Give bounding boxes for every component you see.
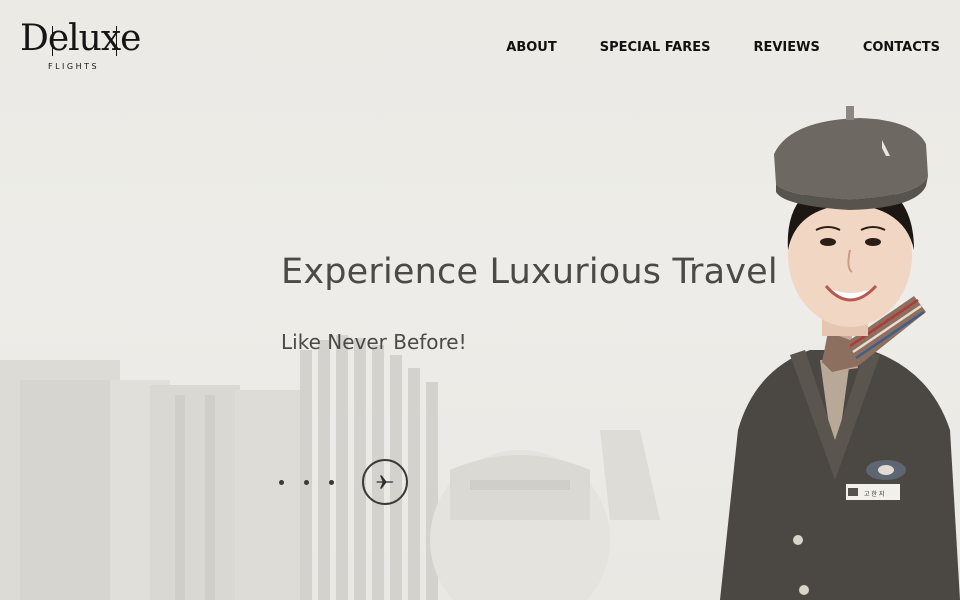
main-nav: ABOUT SPECIAL FARES REVIEWS CONTACTS <box>506 40 940 55</box>
airplane-icon <box>376 475 394 489</box>
logo-divider <box>116 26 117 56</box>
hero-subtitle: Like Never Before! <box>281 330 467 354</box>
logo-subtitle: FLIGHTS <box>48 62 100 71</box>
logo-wordmark: Deluxe <box>20 18 141 59</box>
slider-dot[interactable] <box>329 480 334 485</box>
flight-attendant-image: 고 한 지 <box>720 106 960 600</box>
logo-divider <box>52 26 53 56</box>
name-badge-text: 고 한 지 <box>864 490 884 498</box>
slider-dots <box>279 480 334 485</box>
landing-page: Deluxe FLIGHTS ABOUT SPECIAL FARES REVIE… <box>0 0 960 600</box>
nav-link-about[interactable]: ABOUT <box>506 40 556 55</box>
book-flight-button[interactable] <box>362 459 408 505</box>
slider-dot[interactable] <box>304 480 309 485</box>
nav-link-special-fares[interactable]: SPECIAL FARES <box>600 40 711 55</box>
slider-dot[interactable] <box>279 480 284 485</box>
nav-link-reviews[interactable]: REVIEWS <box>753 40 819 55</box>
nav-link-contacts[interactable]: CONTACTS <box>863 40 940 55</box>
brand-logo[interactable]: Deluxe FLIGHTS <box>20 20 141 76</box>
